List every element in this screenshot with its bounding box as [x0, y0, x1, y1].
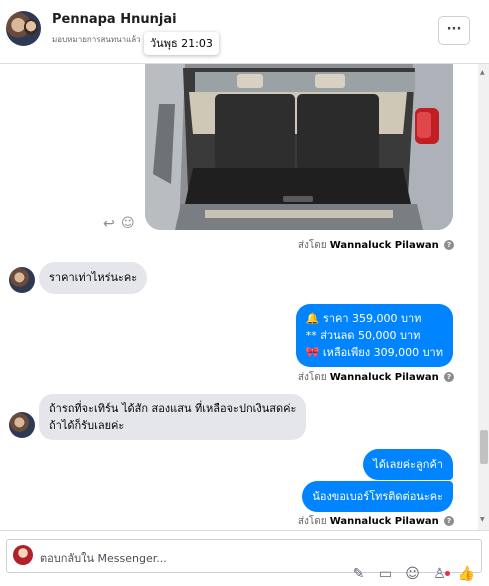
more-options-button[interactable]: ··· — [438, 16, 470, 45]
emoji-react-icon[interactable]: ☺ — [121, 216, 135, 231]
reply-placeholder[interactable]: ตอบกลับใน Messenger... — [40, 549, 167, 567]
sent-by-prefix: ส่งโดย — [297, 516, 327, 527]
more-options-icon: ··· — [446, 22, 462, 37]
final-price-line: 🎀 เหลือเพียง 309,000 บาท — [305, 346, 443, 359]
incoming-message[interactable]: ถ้ารถที่จะเทิร์น ได้สัก สองแสน ที่เหลือจ… — [39, 394, 307, 440]
contact-avatar-small[interactable] — [9, 412, 35, 438]
discount-line: ** ส่วนลด 50,000 บาท — [305, 329, 421, 342]
car-trunk-photo[interactable] — [145, 64, 453, 230]
info-icon[interactable]: ? — [444, 240, 454, 250]
message-line: ถ้าได้ก็รับเลยค่ะ — [49, 419, 125, 432]
sent-by-label: ส่งโดย Wannaluck Pilawan ? — [298, 238, 454, 253]
message-thread[interactable]: ↩ ☺ ส่งโดย Wannaluck Pilawan ? ราคาเท่าไ… — [0, 64, 489, 530]
sent-by-prefix: ส่งโดย — [297, 372, 327, 383]
sent-by-label: ส่งโดย Wannaluck Pilawan ? — [298, 514, 454, 529]
paperclip-icon[interactable]: ✎ — [349, 566, 368, 586]
info-icon[interactable]: ? — [444, 372, 454, 382]
info-icon[interactable]: ? — [444, 516, 454, 526]
sender-name[interactable]: Wannaluck Pilawan — [330, 516, 439, 527]
notification-dot — [445, 571, 450, 576]
sent-by-label: ส่งโดย Wannaluck Pilawan ? — [298, 370, 454, 385]
sender-name[interactable]: Wannaluck Pilawan — [330, 240, 439, 251]
thumbs-up-icon[interactable]: 👍 — [457, 566, 476, 586]
incoming-message[interactable]: ราคาเท่าไหร่นะคะ — [39, 262, 148, 294]
composer-toolbar: ✎ ▭ ☺ ♙ 👍 — [349, 566, 476, 586]
sender-name[interactable]: Wannaluck Pilawan — [330, 372, 439, 383]
assignment-status: มอบหมายการสนทนาแล้ว — [52, 35, 141, 44]
gif-icon[interactable]: ▭ — [376, 566, 395, 586]
scroll-up-arrow-icon[interactable]: ▲ — [480, 69, 485, 76]
reply-icon[interactable]: ↩ — [103, 216, 115, 232]
conversation-header: Pennapa Hnunjai มอบหมายการสนทนาแล้ว วันพ… — [0, 0, 489, 64]
contact-name[interactable]: Pennapa Hnunjai — [52, 12, 177, 27]
emoji-icon[interactable]: ☺ — [403, 566, 422, 586]
scroll-down-arrow-icon[interactable]: ▼ — [480, 516, 485, 523]
sticker-icon[interactable]: ♙ — [430, 566, 449, 586]
scrollbar-thumb[interactable] — [480, 430, 488, 464]
outgoing-message[interactable]: ได้เลยค่ะลูกค้า — [363, 449, 453, 480]
price-line: 🔔 ราคา 359,000 บาท — [305, 312, 422, 325]
contact-avatar[interactable] — [6, 11, 41, 46]
car-trunk-image — [145, 64, 453, 230]
outgoing-message-price[interactable]: 🔔 ราคา 359,000 บาท ** ส่วนลด 50,000 บาท … — [295, 304, 453, 367]
timestamp-tooltip: วันพุธ 21:03 — [144, 32, 219, 55]
message-line: ถ้ารถที่จะเทิร์น ได้สัก สองแสน ที่เหลือจ… — [49, 402, 297, 415]
messenger-window: Pennapa Hnunjai มอบหมายการสนทนาแล้ว วันพ… — [0, 0, 489, 586]
sent-by-prefix: ส่งโดย — [297, 240, 327, 251]
contact-avatar-small[interactable] — [9, 267, 35, 293]
outgoing-message[interactable]: น้องขอเบอร์โทรติดต่อนะคะ — [302, 481, 453, 512]
page-avatar — [13, 545, 33, 565]
